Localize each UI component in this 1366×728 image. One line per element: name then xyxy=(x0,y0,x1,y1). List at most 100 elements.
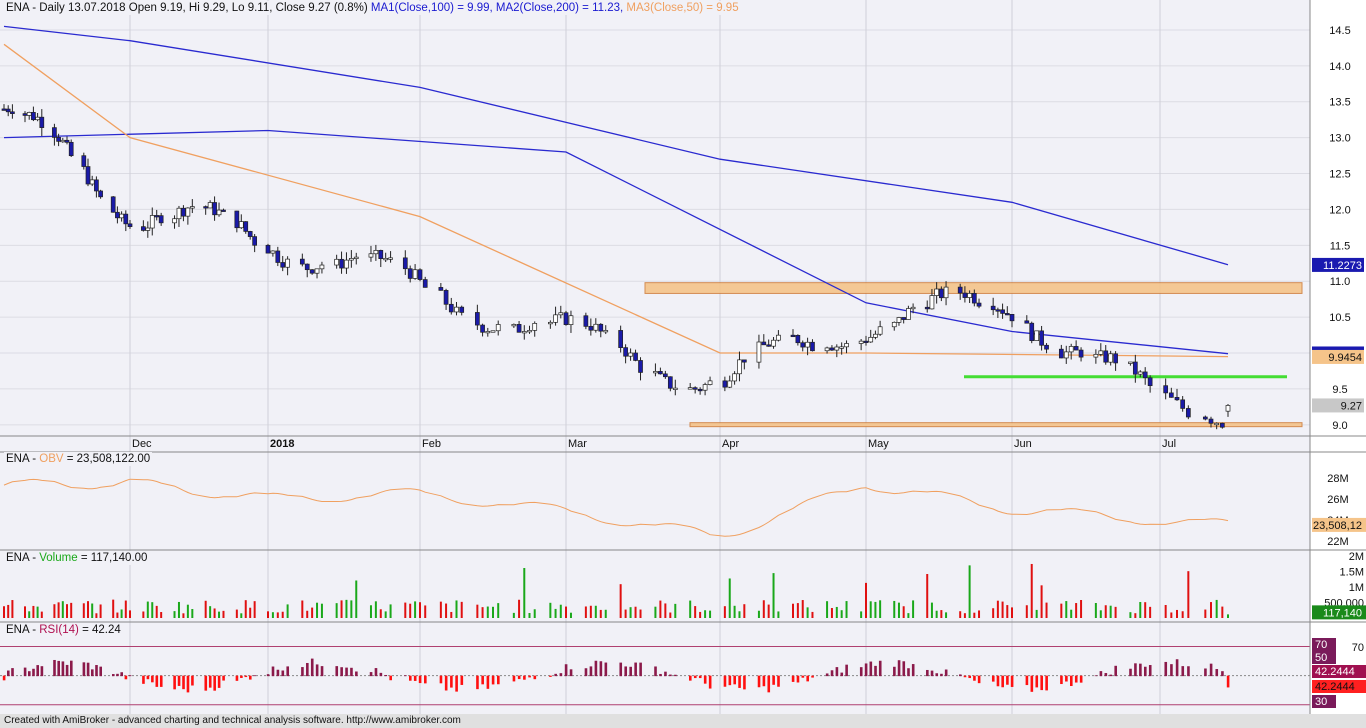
rsi-bar xyxy=(355,671,358,677)
candle-body xyxy=(243,221,249,232)
candle-body xyxy=(1214,422,1220,426)
rsi-bar xyxy=(869,661,873,677)
rsi-bar xyxy=(1175,659,1179,677)
candle-body xyxy=(349,258,354,261)
rsi-bar xyxy=(1221,671,1224,677)
candle-body xyxy=(776,334,781,341)
hi-label: Hi 9.29, xyxy=(188,2,229,14)
rsi-bar xyxy=(1099,671,1103,677)
candle-body xyxy=(280,262,286,268)
candle-body xyxy=(1219,422,1225,428)
close-label: Close 9.27 (0.8%) xyxy=(275,2,368,14)
candle-body xyxy=(527,330,532,333)
candle-body xyxy=(110,196,116,213)
rsi-bar xyxy=(619,662,623,677)
rsi-bar xyxy=(340,667,343,677)
chart-canvas[interactable]: 14.514.013.513.012.512.011.511.010.510.0… xyxy=(0,0,1366,728)
candle-body xyxy=(438,287,444,291)
rsi-bar xyxy=(36,665,39,677)
rsi-bar xyxy=(271,666,275,677)
rsi-bar xyxy=(481,675,484,685)
rsi-bar xyxy=(191,675,194,686)
candle-body xyxy=(26,112,32,116)
candle-body xyxy=(722,380,728,388)
candle-body xyxy=(64,139,70,143)
date-axis-label: Apr xyxy=(722,438,739,450)
rsi-name: RSI(14) xyxy=(39,624,79,636)
rsi-bar xyxy=(1025,675,1029,686)
footer: Created with AmiBroker - advanced charti… xyxy=(0,714,1366,728)
date-axis-label: May xyxy=(868,438,889,450)
candle-body xyxy=(1185,408,1191,418)
date: 13.07.2018 xyxy=(68,2,126,14)
candle-body xyxy=(824,347,830,352)
obv-badge: 23,508,12 xyxy=(1313,520,1362,532)
candle-body xyxy=(1063,351,1069,359)
candle-body xyxy=(1073,346,1079,351)
rsi-bar xyxy=(455,675,458,692)
candle-body xyxy=(141,226,146,231)
rsi-bar xyxy=(439,675,443,684)
rsi-bar xyxy=(811,675,814,678)
rsi-bar xyxy=(1181,666,1185,677)
candle-body xyxy=(1103,350,1109,363)
candle-body xyxy=(603,330,609,333)
rsi-bar xyxy=(723,675,727,687)
candle-body xyxy=(185,207,191,217)
candle-body xyxy=(176,207,182,220)
rsi-panel-title: ENA - RSI(14) = 42.24 xyxy=(4,623,123,637)
candle-body xyxy=(402,257,408,270)
rsi-bar xyxy=(902,661,906,677)
candle-body xyxy=(443,290,449,305)
rsi-bar xyxy=(1035,675,1039,688)
rsi-bar xyxy=(594,660,598,677)
candle-body xyxy=(553,314,558,323)
candle-body xyxy=(68,141,74,157)
rsi-bar xyxy=(408,675,412,681)
rsi-bar xyxy=(874,665,877,677)
rsi-bar xyxy=(476,675,479,690)
rsi-bar xyxy=(1006,675,1009,685)
candle-body xyxy=(593,323,599,331)
candle-body xyxy=(234,210,240,229)
candle-body xyxy=(344,259,349,269)
rsi-bar xyxy=(796,675,800,683)
rsi-bar xyxy=(281,670,285,677)
candle-body xyxy=(863,340,869,344)
candle-body xyxy=(314,268,320,274)
candle-body xyxy=(943,286,949,299)
rsi-bar xyxy=(772,675,775,685)
symbol: ENA xyxy=(6,2,30,14)
rsi-bar xyxy=(159,675,163,687)
candle-body xyxy=(89,179,95,185)
rsi-bar xyxy=(517,675,521,680)
date-axis-label: Dec xyxy=(132,438,152,450)
rsi-bar xyxy=(693,675,697,679)
candle-body xyxy=(368,253,374,258)
candle-body xyxy=(52,127,57,138)
rsi-tick-70: 70 xyxy=(1352,642,1364,654)
candle-body xyxy=(687,387,693,390)
candle-body xyxy=(995,309,1001,312)
candle-body xyxy=(766,344,772,347)
obv-value: = 23,508,122.00 xyxy=(66,453,151,465)
candle-body xyxy=(873,333,878,338)
candle-body xyxy=(805,341,810,348)
rsi-bar xyxy=(549,675,552,677)
rsi-bar xyxy=(1139,663,1142,677)
rsi-bar xyxy=(708,675,712,689)
rsi-bar xyxy=(523,675,526,680)
rsi-bar xyxy=(1030,675,1034,692)
candle-body xyxy=(1044,344,1049,350)
candle-body xyxy=(1168,392,1174,398)
candle-body xyxy=(790,334,796,338)
candle-body xyxy=(1132,361,1138,375)
candle-body xyxy=(1029,322,1035,341)
rsi-bar xyxy=(830,670,834,677)
candle-body xyxy=(309,269,315,274)
candle-body xyxy=(81,155,87,167)
volume-tick-label: 1.5M xyxy=(1340,567,1364,579)
rsi-bar xyxy=(977,675,981,684)
candle-body xyxy=(756,341,762,363)
rsi-bar xyxy=(1001,675,1004,688)
